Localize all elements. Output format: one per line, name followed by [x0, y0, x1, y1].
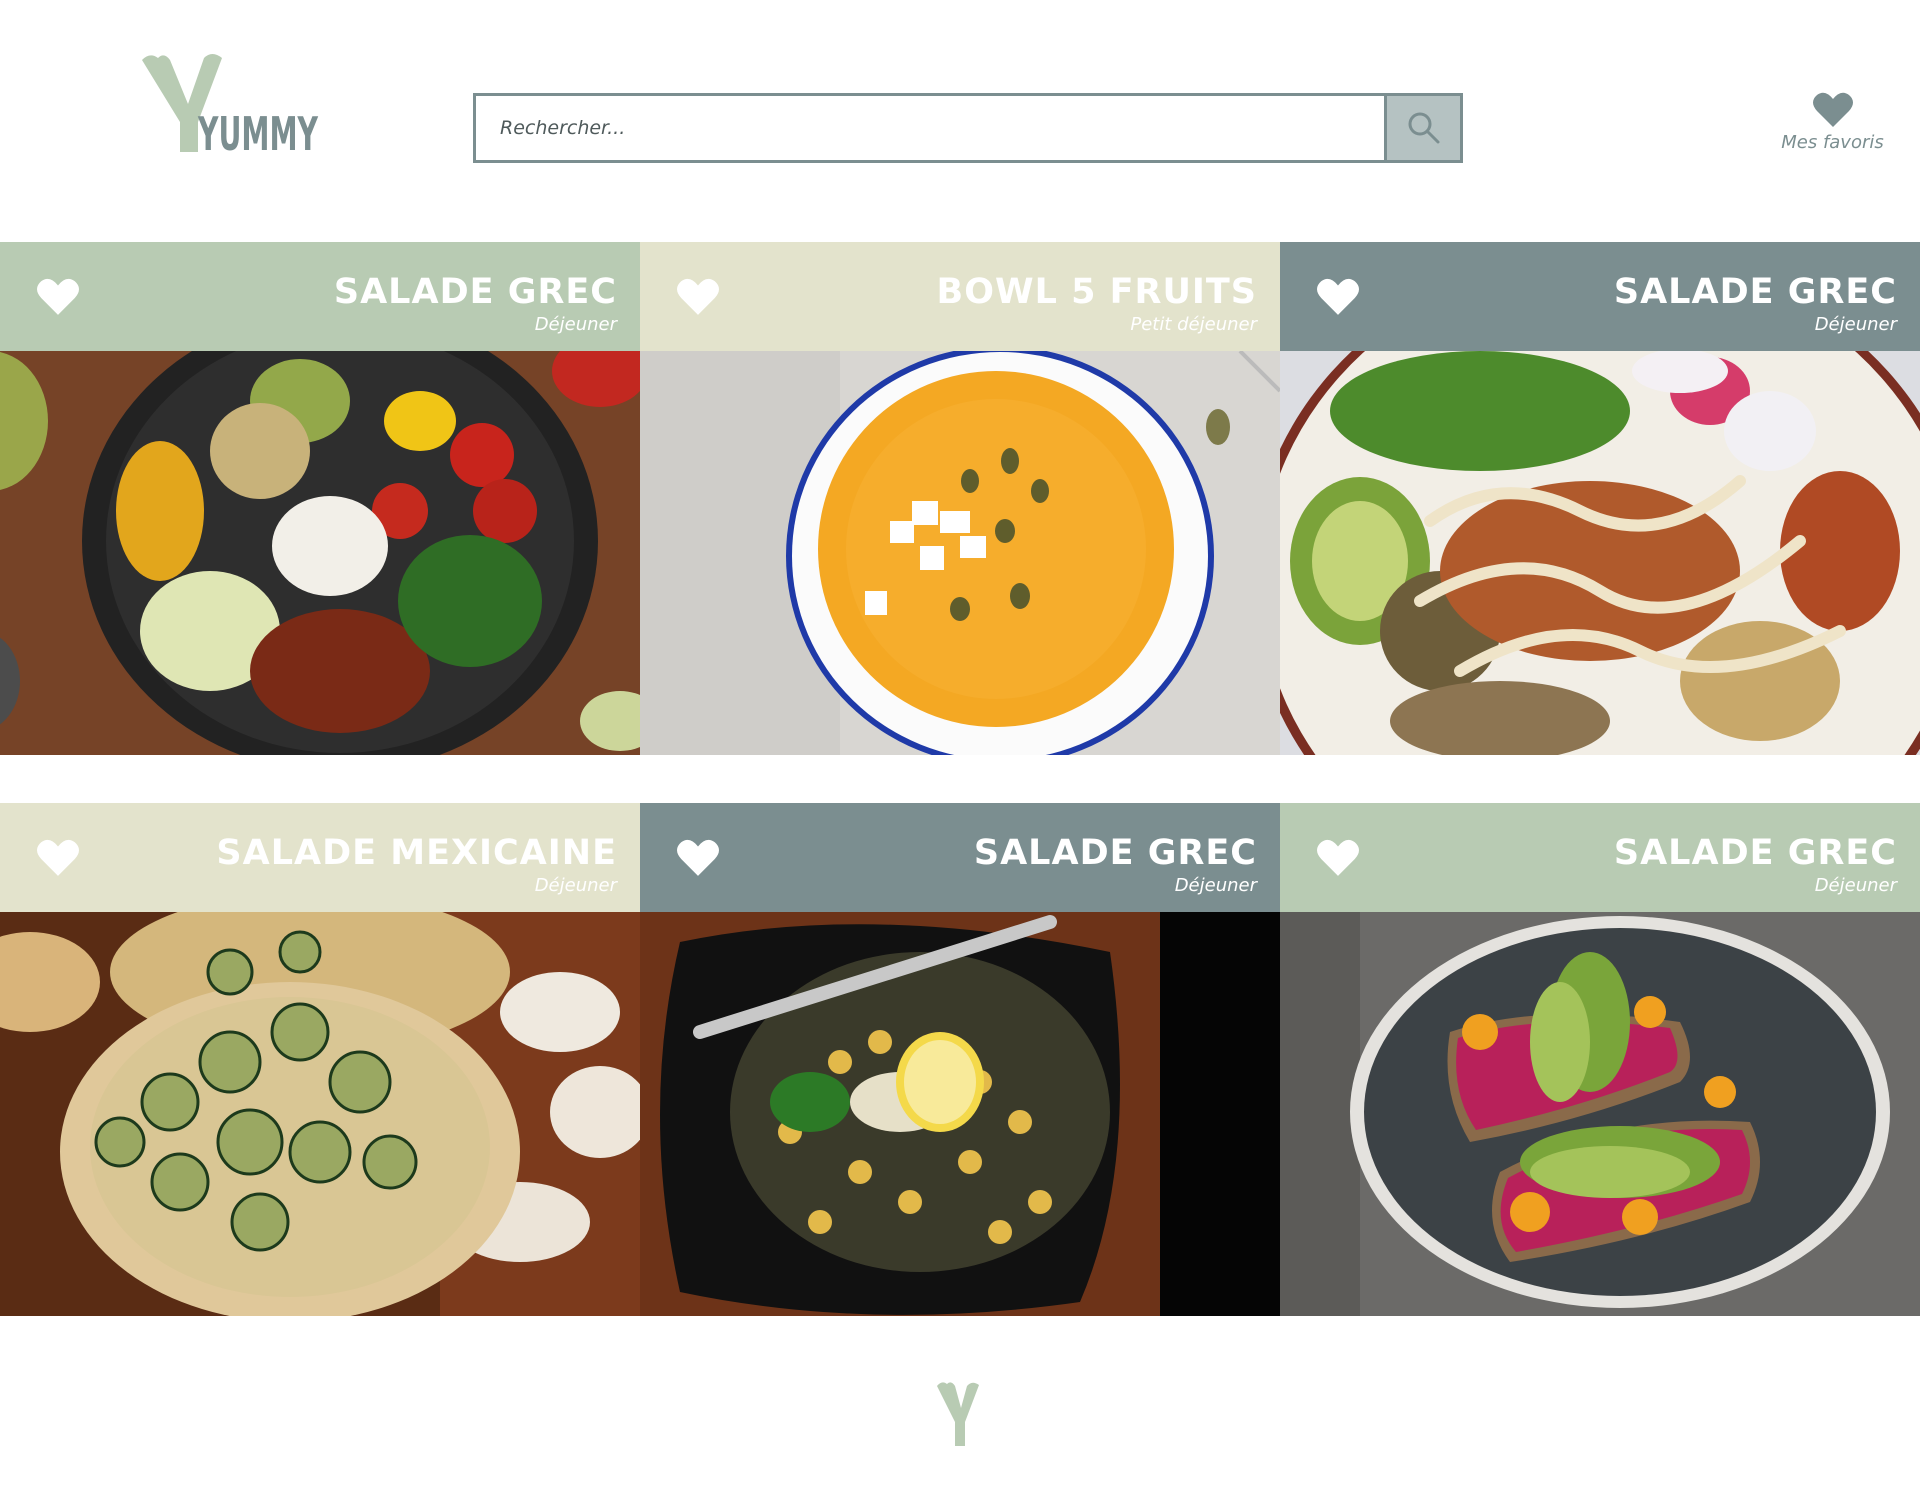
favorite-heart-icon[interactable]: [37, 278, 79, 316]
favorites-label: Mes favoris: [1781, 132, 1884, 153]
recipe-title: SALADE MEXICAINE: [216, 833, 617, 873]
heart-icon: [1812, 92, 1853, 127]
search-icon: [1408, 112, 1439, 144]
recipe-card-header: SALADE MEXICAINE Déjeuner: [0, 803, 640, 912]
recipe-title: SALADE GREC: [1613, 272, 1897, 312]
recipe-card[interactable]: SALADE GREC Déjeuner: [0, 242, 640, 755]
avocado-toast-photo: [1280, 912, 1920, 1316]
buddha-bowl-photo: [0, 351, 640, 755]
footer-logo-text: Y: [935, 1380, 936, 1381]
footer-logo-mark: Y: [935, 1380, 979, 1446]
recipe-title: BOWL 5 FRUITS: [936, 272, 1257, 312]
search-input[interactable]: [476, 96, 1384, 160]
search-bar: [473, 93, 1463, 163]
recipe-card-header: BOWL 5 FRUITS Petit déjeuner: [640, 242, 1280, 351]
recipe-title: SALADE GREC: [973, 833, 1257, 873]
recipe-card[interactable]: SALADE GREC Déjeuner: [640, 803, 1280, 1316]
pumpkin-soup-photo: [640, 351, 1280, 755]
recipe-meal: Déjeuner: [534, 875, 617, 896]
recipe-card[interactable]: BOWL 5 FRUITS Petit déjeuner: [640, 242, 1280, 755]
recipe-card-header: SALADE GREC Déjeuner: [0, 242, 640, 351]
favorite-heart-icon[interactable]: [1317, 278, 1359, 316]
recipe-meal: Petit déjeuner: [1130, 314, 1257, 335]
recipe-card[interactable]: SALADE MEXICAINE Déjeuner: [0, 803, 640, 1316]
recipe-meal: Déjeuner: [1814, 875, 1897, 896]
zucchini-flatbread-photo: [0, 912, 640, 1316]
chickpea-salad-photo: [640, 912, 1280, 1316]
recipe-card-header: SALADE GREC Déjeuner: [1280, 242, 1920, 351]
chickpea-bowl-photo: [1280, 351, 1920, 755]
favorite-heart-icon[interactable]: [677, 278, 719, 316]
footer-logo[interactable]: Y: [935, 1380, 981, 1450]
favorite-heart-icon[interactable]: [677, 839, 719, 877]
recipe-card-header: SALADE GREC Déjeuner: [1280, 803, 1920, 912]
logo-mark: YUMMY: [142, 54, 319, 161]
logo-text: YUMMY: [197, 107, 318, 161]
recipe-title: SALADE GREC: [1613, 833, 1897, 873]
favorite-heart-icon[interactable]: [37, 839, 79, 877]
favorites-link[interactable]: Mes favoris: [1770, 92, 1895, 153]
recipe-meal: Déjeuner: [534, 314, 617, 335]
recipe-meal: Déjeuner: [1174, 875, 1257, 896]
recipe-card[interactable]: SALADE GREC Déjeuner: [1280, 242, 1920, 755]
recipe-card[interactable]: SALADE GREC Déjeuner: [1280, 803, 1920, 1316]
yummy-logo[interactable]: YUMMY: [140, 52, 340, 162]
favorite-heart-icon[interactable]: [1317, 839, 1359, 877]
recipe-meal: Déjeuner: [1814, 314, 1897, 335]
recipe-title: SALADE GREC: [333, 272, 617, 312]
recipe-card-header: SALADE GREC Déjeuner: [640, 803, 1280, 912]
search-button[interactable]: [1384, 96, 1460, 160]
